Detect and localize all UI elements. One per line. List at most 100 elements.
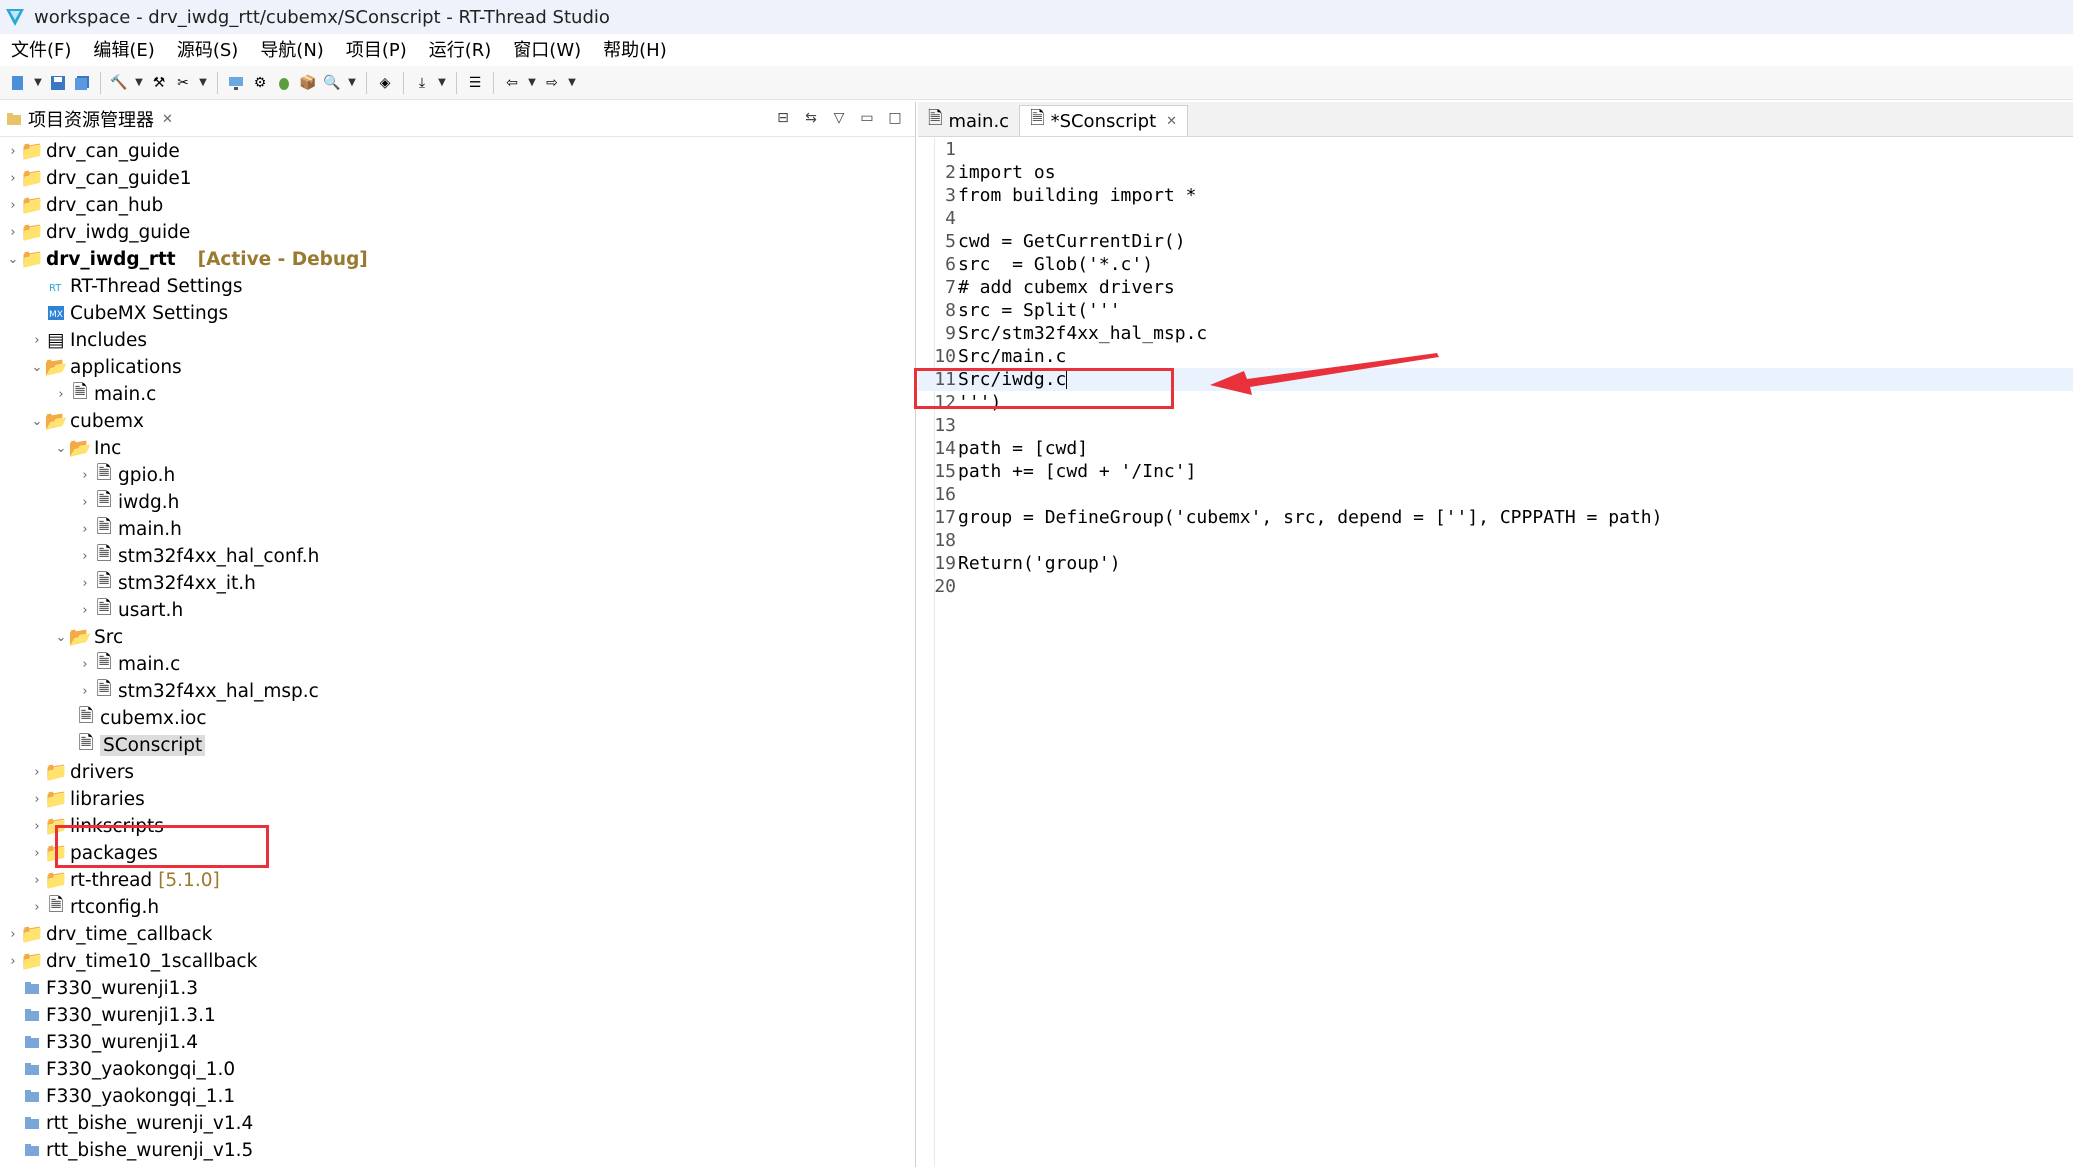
chevron-right-icon[interactable]: › bbox=[6, 954, 20, 969]
tree-row-hal-msp-c[interactable]: › 🗎 stm32f4xx_hal_msp.c bbox=[78, 678, 318, 704]
tree-row-drv-time10[interactable]: › 📁 drv_time10_1scallback bbox=[6, 948, 257, 974]
tab-project-explorer[interactable]: 项目资源管理器 ✕ bbox=[6, 106, 173, 132]
tree-row-inc[interactable]: ⌄ 📂 Inc bbox=[54, 435, 122, 461]
chevron-right-icon[interactable]: › bbox=[78, 603, 92, 618]
rebuild-icon[interactable]: ⚒ bbox=[150, 74, 168, 92]
tree-row-drv-iwdg-rtt[interactable]: ⌄ 📁 drv_iwdg_rtt [Active - Debug] bbox=[6, 246, 368, 272]
menu-window[interactable]: 窗口(W) bbox=[513, 36, 581, 62]
chevron-right-icon[interactable]: › bbox=[78, 468, 92, 483]
tree-row-drv-time-callback[interactable]: › 📁 drv_time_callback bbox=[6, 921, 212, 947]
tree-row-drv-can-guide[interactable]: › 📁 drv_can_guide bbox=[6, 138, 179, 164]
flash-dropdown-icon[interactable]: ▼ bbox=[437, 74, 447, 92]
tree-row-rt-thread[interactable]: › 📁 rt-thread [5.1.0] bbox=[30, 867, 219, 893]
clean-icon[interactable]: ✂ bbox=[174, 74, 192, 92]
chevron-right-icon[interactable]: › bbox=[30, 900, 44, 915]
chevron-right-icon[interactable]: › bbox=[78, 522, 92, 537]
chevron-down-icon[interactable]: ⌄ bbox=[30, 360, 44, 375]
menu-help[interactable]: 帮助(H) bbox=[603, 36, 667, 62]
tree-row-iwdg-h[interactable]: › 🗎 iwdg.h bbox=[78, 489, 179, 515]
clean-dropdown-icon[interactable]: ▼ bbox=[198, 74, 208, 92]
tree-row-drv-can-hub[interactable]: › 📁 drv_can_hub bbox=[6, 192, 163, 218]
menu-navigate[interactable]: 导航(N) bbox=[260, 36, 324, 62]
tree-row-usart-h[interactable]: › 🗎 usart.h bbox=[78, 597, 183, 623]
debug-bug-icon[interactable] bbox=[275, 74, 293, 92]
chevron-right-icon[interactable]: › bbox=[30, 333, 44, 348]
forward-dropdown-icon[interactable]: ▼ bbox=[567, 74, 577, 92]
chevron-down-icon[interactable]: ⌄ bbox=[54, 441, 68, 456]
link-editor-icon[interactable]: ⇆ bbox=[801, 108, 821, 128]
chevron-right-icon[interactable]: › bbox=[6, 144, 20, 159]
menu-file[interactable]: 文件(F) bbox=[11, 36, 71, 62]
menu-edit[interactable]: 编辑(E) bbox=[93, 36, 154, 62]
back-arrow-icon[interactable]: ⇦ bbox=[503, 74, 521, 92]
tree-row-src[interactable]: ⌄ 📂 Src bbox=[54, 624, 124, 650]
back-dropdown-icon[interactable]: ▼ bbox=[527, 74, 537, 92]
tree-row-f330-yaokongqi11[interactable]: F330_yaokongqi_1.1 bbox=[24, 1083, 235, 1109]
search-dropdown-icon[interactable]: ▼ bbox=[347, 74, 357, 92]
save-icon[interactable] bbox=[49, 74, 67, 92]
chevron-right-icon[interactable]: › bbox=[78, 495, 92, 510]
chevron-right-icon[interactable]: › bbox=[30, 765, 44, 780]
chevron-right-icon[interactable]: › bbox=[6, 198, 20, 213]
layers-icon[interactable]: ☰ bbox=[466, 74, 484, 92]
tree-row-f330-wurenji13[interactable]: F330_wurenji1.3 bbox=[24, 975, 198, 1001]
chevron-right-icon[interactable]: › bbox=[30, 792, 44, 807]
tree-row-drv-iwdg-guide[interactable]: › 📁 drv_iwdg_guide bbox=[6, 219, 190, 245]
menu-source[interactable]: 源码(S) bbox=[177, 36, 238, 62]
tree-row-applications-main-c[interactable]: › 🗎 main.c bbox=[54, 381, 156, 407]
chevron-right-icon[interactable]: › bbox=[6, 225, 20, 240]
tree-row-rtconfig-h[interactable]: › 🗎 rtconfig.h bbox=[30, 894, 159, 920]
tab-main-c[interactable]: 🗎 main.c bbox=[918, 106, 1019, 136]
chevron-right-icon[interactable]: › bbox=[30, 819, 44, 834]
chevron-right-icon[interactable]: › bbox=[6, 171, 20, 186]
chevron-right-icon[interactable]: › bbox=[54, 387, 68, 402]
tree-row-drv-can-guide1[interactable]: › 📁 drv_can_guide1 bbox=[6, 165, 191, 191]
tree-row-libraries[interactable]: › 📁 libraries bbox=[30, 786, 144, 812]
chevron-right-icon[interactable]: › bbox=[78, 684, 92, 699]
tree-row-sconscript[interactable]: 🗎 SConscript bbox=[78, 732, 206, 758]
chevron-right-icon[interactable]: › bbox=[78, 657, 92, 672]
chevron-down-icon[interactable]: ⌄ bbox=[30, 414, 44, 429]
chevron-right-icon[interactable]: › bbox=[78, 549, 92, 564]
chevron-right-icon[interactable]: › bbox=[78, 576, 92, 591]
tree-row-src-main-c[interactable]: › 🗎 main.c bbox=[78, 651, 180, 677]
tree-row-gpio-h[interactable]: › 🗎 gpio.h bbox=[78, 462, 175, 488]
settings-gear-icon[interactable]: ⚙ bbox=[251, 74, 269, 92]
search-icon[interactable]: 🔍 bbox=[323, 74, 341, 92]
chevron-down-icon[interactable]: ⌄ bbox=[6, 252, 20, 267]
tree-row-f330-yaokongqi10[interactable]: F330_yaokongqi_1.0 bbox=[24, 1056, 235, 1082]
tab-sconscript[interactable]: 🗎 *SConscript ✕ bbox=[1019, 105, 1189, 136]
tree-row-applications[interactable]: ⌄ 📂 applications bbox=[30, 354, 182, 380]
tree-row-main-h[interactable]: › 🗎 main.h bbox=[78, 516, 181, 542]
tree-row-rtt-bishe-v14[interactable]: rtt_bishe_wurenji_v1.4 bbox=[24, 1110, 253, 1136]
tree-row-cubemx-settings[interactable]: MX CubeMX Settings bbox=[48, 300, 228, 326]
flash-download-icon[interactable]: ⤓ bbox=[413, 74, 431, 92]
tree-row-f330-wurenji131[interactable]: F330_wurenji1.3.1 bbox=[24, 1002, 216, 1028]
menu-project[interactable]: 项目(P) bbox=[346, 36, 407, 62]
save-all-icon[interactable] bbox=[73, 74, 91, 92]
new-dropdown-icon[interactable]: ▼ bbox=[33, 74, 43, 92]
tree-row-rt-thread-settings[interactable]: RT RT-Thread Settings bbox=[48, 273, 243, 299]
tree-row-f330-wurenji14[interactable]: F330_wurenji1.4 bbox=[24, 1029, 198, 1055]
close-icon[interactable]: ✕ bbox=[1166, 114, 1177, 129]
tree-row-drivers[interactable]: › 📁 drivers bbox=[30, 759, 134, 785]
new-icon[interactable] bbox=[9, 74, 27, 92]
package-icon[interactable]: 📦 bbox=[299, 74, 317, 92]
chevron-down-icon[interactable]: ⌄ bbox=[54, 630, 68, 645]
tree-row-hal-conf-h[interactable]: › 🗎 stm32f4xx_hal_conf.h bbox=[78, 543, 319, 569]
view-menu-icon[interactable]: ▽ bbox=[829, 108, 849, 128]
forward-arrow-icon[interactable]: ⇨ bbox=[543, 74, 561, 92]
tree-row-cubemx[interactable]: ⌄ 📂 cubemx bbox=[30, 408, 144, 434]
collapse-all-icon[interactable]: ⊟ bbox=[773, 108, 793, 128]
tree-row-cubemx-ioc[interactable]: 🗎 cubemx.ioc bbox=[78, 705, 207, 731]
sdk-manager-icon[interactable]: ◈ bbox=[376, 74, 394, 92]
download-monitor-icon[interactable] bbox=[227, 74, 245, 92]
hammer-build-icon[interactable]: 🔨 bbox=[110, 74, 128, 92]
menu-run[interactable]: 运行(R) bbox=[429, 36, 492, 62]
tree-row-it-h[interactable]: › 🗎 stm32f4xx_it.h bbox=[78, 570, 256, 596]
chevron-right-icon[interactable]: › bbox=[30, 846, 44, 861]
close-icon[interactable]: ✕ bbox=[162, 112, 173, 127]
tree-row-rtt-bishe-v15[interactable]: rtt_bishe_wurenji_v1.5 bbox=[24, 1137, 253, 1163]
chevron-right-icon[interactable]: › bbox=[6, 927, 20, 942]
chevron-right-icon[interactable]: › bbox=[30, 873, 44, 888]
